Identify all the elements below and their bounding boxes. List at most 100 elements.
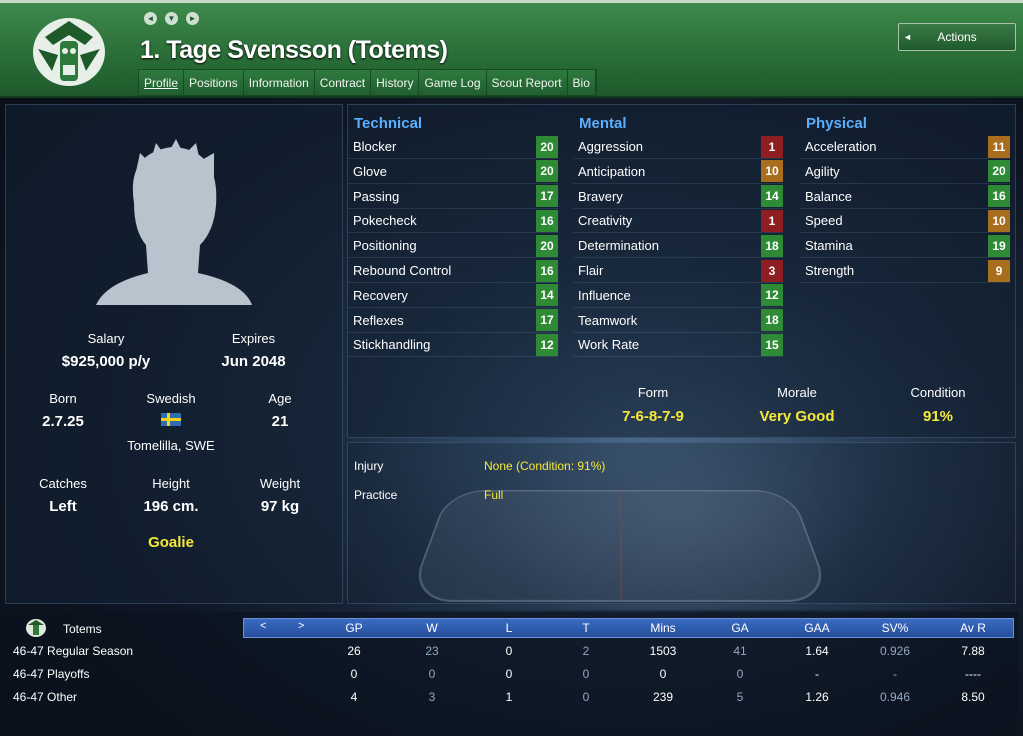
age-block: Age 21 <box>240 391 320 430</box>
attribute-name: Speed <box>805 213 843 229</box>
stats-cell: 0 <box>428 667 436 681</box>
attribute-row: Strength 9 <box>800 259 1010 283</box>
caret-left-icon: ◄ <box>903 32 912 42</box>
attribute-name: Pokecheck <box>353 213 417 229</box>
attribute-name: Bravery <box>578 188 623 204</box>
stats-row[interactable]: 46-47 Other 4 3 1 0 239 5 1.26 0.946 8.50 <box>13 686 1018 709</box>
attribute-value: 14 <box>761 185 783 208</box>
expires-value: Jun 2048 <box>221 353 286 370</box>
stats-row-label: 46-47 Playoffs <box>13 667 90 681</box>
tab-positions[interactable]: Positions <box>184 70 244 95</box>
attribute-row: Teamwork 18 <box>573 309 783 333</box>
team-logo-small-icon <box>26 619 46 637</box>
stats-cell: 5 <box>736 690 744 704</box>
tab-game-log[interactable]: Game Log <box>419 70 487 95</box>
injury-label: Injury <box>354 459 384 473</box>
stats-row[interactable]: 46-47 Regular Season 26 23 0 2 1503 41 1.64 0.92… <box>13 640 1018 663</box>
age-value: 21 <box>271 413 289 430</box>
stats-column-header[interactable]: W <box>402 621 462 635</box>
attribute-name: Anticipation <box>578 163 646 179</box>
stats-cell: - <box>893 667 897 681</box>
age-label: Age <box>268 391 292 406</box>
actions-button[interactable]: ◄ Actions <box>898 23 1016 51</box>
born-block: Born 2.7.25 <box>23 391 103 430</box>
tab-bio[interactable]: Bio <box>567 70 596 95</box>
next-season-button[interactable]: > <box>298 620 304 632</box>
attribute-value: 12 <box>536 333 558 356</box>
attribute-value: 20 <box>536 135 558 158</box>
physical-heading: Physical <box>806 115 867 132</box>
stats-column-header[interactable]: Mins <box>633 621 693 635</box>
profile-panel: Salary $925,000 p/y Expires Jun 2048 Bor… <box>5 104 343 604</box>
attribute-row: Work Rate 15 <box>573 333 783 358</box>
stats-column-header[interactable]: SV% <box>865 621 925 635</box>
stats-row-label: 46-47 Regular Season <box>13 644 134 658</box>
nationality-label: Swedish <box>146 391 196 406</box>
stats-column-header[interactable]: Av R <box>943 621 1003 635</box>
attribute-name: Passing <box>353 188 400 204</box>
attribute-name: Stickhandling <box>353 337 431 353</box>
attribute-row: Rebound Control 16 <box>348 259 558 283</box>
attribute-row: Aggression 1 <box>573 135 783 159</box>
tab-history[interactable]: History <box>371 70 420 95</box>
attribute-value: 16 <box>536 209 558 232</box>
stats-cell: 0 <box>505 667 513 681</box>
attribute-value: 18 <box>761 234 783 257</box>
back-icon[interactable]: ◄ <box>144 12 157 25</box>
team-logo-icon <box>33 18 105 86</box>
stats-column-header[interactable]: GP <box>324 621 384 635</box>
attribute-value: 1 <box>761 209 783 232</box>
attribute-name: Acceleration <box>805 139 877 154</box>
weight-label: Weight <box>259 476 301 491</box>
attribute-row: Speed 10 <box>800 209 1010 234</box>
forward-icon[interactable]: ► <box>186 12 199 25</box>
injury-value: None (Condition: 91%) <box>484 459 606 473</box>
stats-cell: 0.946 <box>879 690 911 704</box>
attribute-name: Determination <box>578 238 659 254</box>
attribute-row: Agility 20 <box>800 160 1010 184</box>
nationality-block: Swedish <box>131 391 211 429</box>
position-block: Goalie <box>116 534 226 551</box>
salary-block: Salary $925,000 p/y <box>46 331 166 370</box>
attribute-row: Passing 17 <box>348 185 558 209</box>
stats-cell: 0 <box>736 667 744 681</box>
stats-row-label: 46-47 Other <box>13 690 78 704</box>
position-value: Goalie <box>148 534 194 551</box>
attribute-row: Flair 3 <box>573 259 783 283</box>
attribute-value: 10 <box>761 160 783 183</box>
tab-contract[interactable]: Contract <box>314 70 372 95</box>
stats-cell: 0 <box>582 667 590 681</box>
attribute-name: Influence <box>578 287 631 303</box>
tab-information[interactable]: Information <box>243 70 315 95</box>
attribute-name: Balance <box>805 188 852 204</box>
stats-column-header[interactable]: GAA <box>787 621 847 635</box>
attribute-value: 12 <box>761 284 783 307</box>
catches-block: Catches Left <box>23 476 103 515</box>
stats-column-header[interactable]: GA <box>710 621 770 635</box>
attribute-name: Agility <box>805 163 840 179</box>
stats-column-header[interactable]: L <box>479 621 539 635</box>
stats-cell: 8.50 <box>961 690 985 704</box>
attribute-name: Blocker <box>353 139 397 154</box>
stats-cell: 1503 <box>649 644 677 658</box>
attribute-row: Bravery 14 <box>573 185 783 209</box>
morale-block: Morale Very Good <box>742 385 852 425</box>
catches-value: Left <box>49 498 77 515</box>
prev-season-button[interactable]: < <box>260 620 266 632</box>
stats-cell: 4 <box>350 690 358 704</box>
mental-heading: Mental <box>579 115 627 132</box>
attribute-value: 17 <box>536 309 558 332</box>
tab-scout-report[interactable]: Scout Report <box>486 70 568 95</box>
form-value: 7-6-8-7-9 <box>622 408 684 425</box>
stats-row[interactable]: 46-47 Playoffs 0 0 0 0 0 0- - ---- <box>13 663 1018 686</box>
attribute-row: Pokecheck 16 <box>348 209 558 234</box>
stats-column-header[interactable]: T <box>556 621 616 635</box>
stats-cell: 1.64 <box>805 644 829 658</box>
tab-profile[interactable]: Profile <box>139 70 185 95</box>
team-name: Totems <box>63 622 102 636</box>
height-value: 196 cm. <box>143 498 199 515</box>
attribute-value: 17 <box>536 185 558 208</box>
attribute-value: 20 <box>536 160 558 183</box>
actions-label: Actions <box>937 30 977 44</box>
history-dropdown-icon[interactable]: ▼ <box>165 12 178 25</box>
